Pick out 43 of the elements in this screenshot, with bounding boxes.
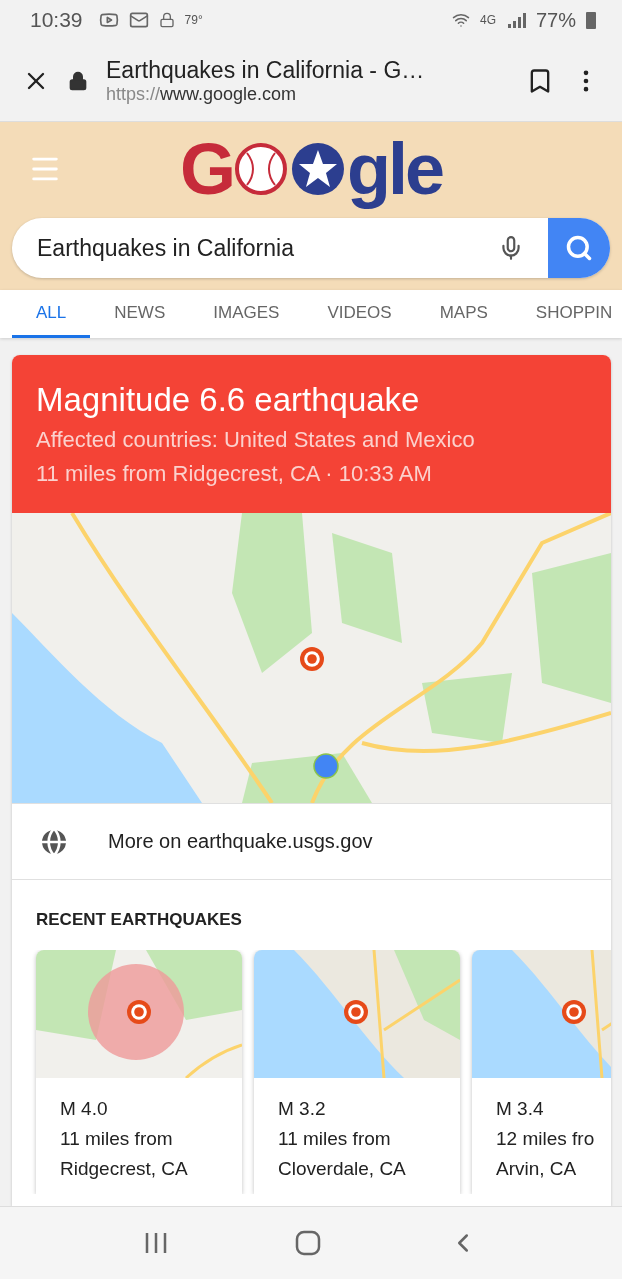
magnitude: M 3.4 bbox=[496, 1098, 545, 1120]
earthquake-card[interactable]: M 3.2 11 miles from Cloverdale, CA bbox=[254, 950, 460, 1194]
mail-icon bbox=[128, 10, 149, 30]
distance: 11 miles from bbox=[60, 1128, 174, 1150]
place: Arvin, CA bbox=[496, 1158, 578, 1180]
tab[interactable]: IMAGES bbox=[189, 290, 304, 338]
distance: 12 miles fro bbox=[496, 1128, 596, 1150]
network-type: 4G bbox=[479, 13, 496, 27]
lock-icon bbox=[158, 12, 175, 28]
clock: 10:39 bbox=[30, 8, 83, 32]
tab[interactable]: NEWS bbox=[90, 290, 190, 338]
recent-apps-icon[interactable] bbox=[143, 1232, 168, 1254]
earthquake-card[interactable]: M 3.4 12 miles fro Arvin, CA bbox=[472, 950, 611, 1194]
affected-countries: Affected countries: United States and Mexico bbox=[36, 427, 476, 453]
wifi-icon bbox=[451, 11, 470, 29]
signal-icon bbox=[505, 12, 526, 28]
quake-location: 11 miles from Ridgecrest, CA · 10:33 AM bbox=[36, 461, 433, 487]
magnitude: M 3.2 bbox=[278, 1098, 327, 1120]
temperature: 79° bbox=[184, 13, 203, 27]
tab[interactable]: SHOPPIN bbox=[511, 290, 622, 338]
google-logo[interactable]: G gle bbox=[180, 128, 442, 210]
tab[interactable]: MAPS bbox=[415, 290, 512, 338]
section-heading: RECENT EARTHQUAKES bbox=[35, 909, 243, 931]
home-icon[interactable] bbox=[295, 1230, 321, 1256]
tab[interactable]: ALL bbox=[12, 290, 91, 338]
quake-title: Magnitude 6.6 earthquake bbox=[36, 381, 421, 419]
tab[interactable]: VIDEOS bbox=[303, 290, 416, 338]
battery-icon bbox=[586, 11, 596, 29]
magnitude: M 4.0 bbox=[60, 1098, 109, 1120]
distance: 11 miles from bbox=[278, 1128, 392, 1150]
more-link[interactable]: More on earthquake.usgs.gov bbox=[12, 803, 611, 880]
video-icon bbox=[98, 10, 119, 30]
page-title: Earthquakes in California - G… bbox=[106, 56, 426, 84]
search-icon bbox=[565, 234, 593, 262]
place: Ridgecrest, CA bbox=[60, 1158, 189, 1180]
place: Cloverdale, CA bbox=[278, 1158, 407, 1180]
search-field[interactable]: Earthquakes in California bbox=[12, 233, 498, 263]
lock-icon bbox=[68, 70, 88, 91]
search-button[interactable] bbox=[548, 218, 610, 278]
search-bar[interactable]: Earthquakes in California bbox=[12, 218, 610, 278]
earthquake-card[interactable]: M 4.0 11 miles from Ridgecrest, CA bbox=[36, 950, 242, 1194]
page-url: https://www.google.com bbox=[106, 83, 298, 105]
battery-level: 77% bbox=[535, 8, 576, 32]
